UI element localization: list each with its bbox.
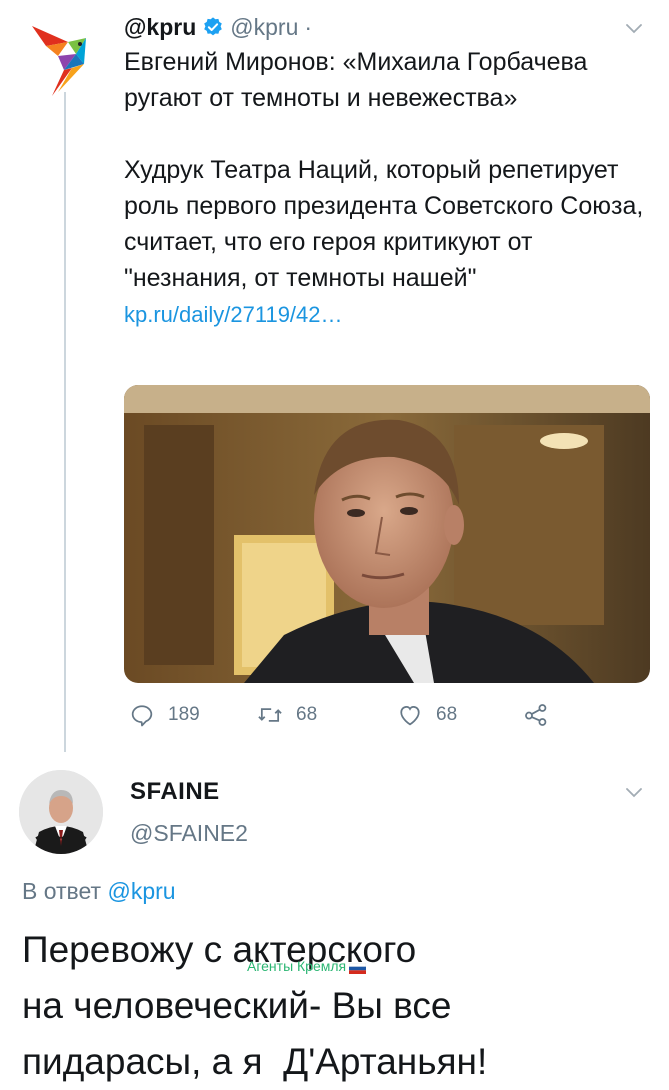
tweet-text-line-2: на человеческий- Вы все (22, 985, 452, 1026)
watermark-text: Агенты Кремля (247, 958, 347, 974)
author-name[interactable]: SFAINE (130, 778, 220, 806)
heart-icon (400, 705, 420, 726)
russian-flag-icon (348, 961, 367, 974)
reply-to-link[interactable]: @kpru (107, 878, 175, 904)
like-count: 68 (436, 704, 458, 725)
share-icon (525, 704, 547, 726)
reply-prefix: В ответ (22, 878, 102, 904)
tweet-body: Евгений Миронов: «Михаила Горбачева руга… (124, 44, 654, 333)
retweet-button[interactable]: 68 (256, 700, 317, 730)
chevron-down-icon[interactable] (622, 16, 646, 40)
tweet-header: @kpru @kpru · (124, 10, 312, 44)
tweet-photo[interactable] (124, 385, 650, 683)
tweet-body: Перевожу с актерского на человеческий- В… (22, 922, 642, 1090)
reply-count: 189 (168, 704, 200, 725)
reply-context: В ответ @kpru (22, 878, 176, 905)
author-name[interactable]: @kpru (124, 14, 196, 41)
tweet-text-span: Худрук Театра Наций, который репетирует … (124, 156, 644, 292)
share-button[interactable] (522, 700, 562, 730)
tweet-text-paragraph-2: Худрук Театра Наций, который репетирует … (124, 152, 654, 333)
article-link[interactable]: kp.ru/daily/27119/42… (124, 302, 343, 327)
thread-connector-line (64, 92, 66, 752)
watermark: Агенты Кремля (247, 958, 367, 974)
tweet-text-paragraph: Евгений Миронов: «Михаила Горбачева руга… (124, 48, 588, 112)
separator-dot: · (304, 13, 313, 40)
reply-button[interactable]: 189 (128, 700, 200, 730)
kp-parrot-logo[interactable] (24, 20, 104, 100)
author-handle[interactable]: @SFAINE2 (130, 820, 248, 847)
reply-icon (131, 705, 153, 727)
retweet-icon (258, 708, 282, 722)
like-button[interactable]: 68 (396, 700, 457, 730)
retweet-count: 68 (296, 704, 318, 725)
chevron-down-icon[interactable] (622, 780, 646, 804)
author-handle[interactable]: @kpru (230, 14, 298, 41)
verified-badge-icon (202, 16, 224, 38)
tweet-text-line-3: пидарасы, а я Д'Артаньян! (22, 1041, 488, 1082)
avatar[interactable] (19, 770, 103, 854)
